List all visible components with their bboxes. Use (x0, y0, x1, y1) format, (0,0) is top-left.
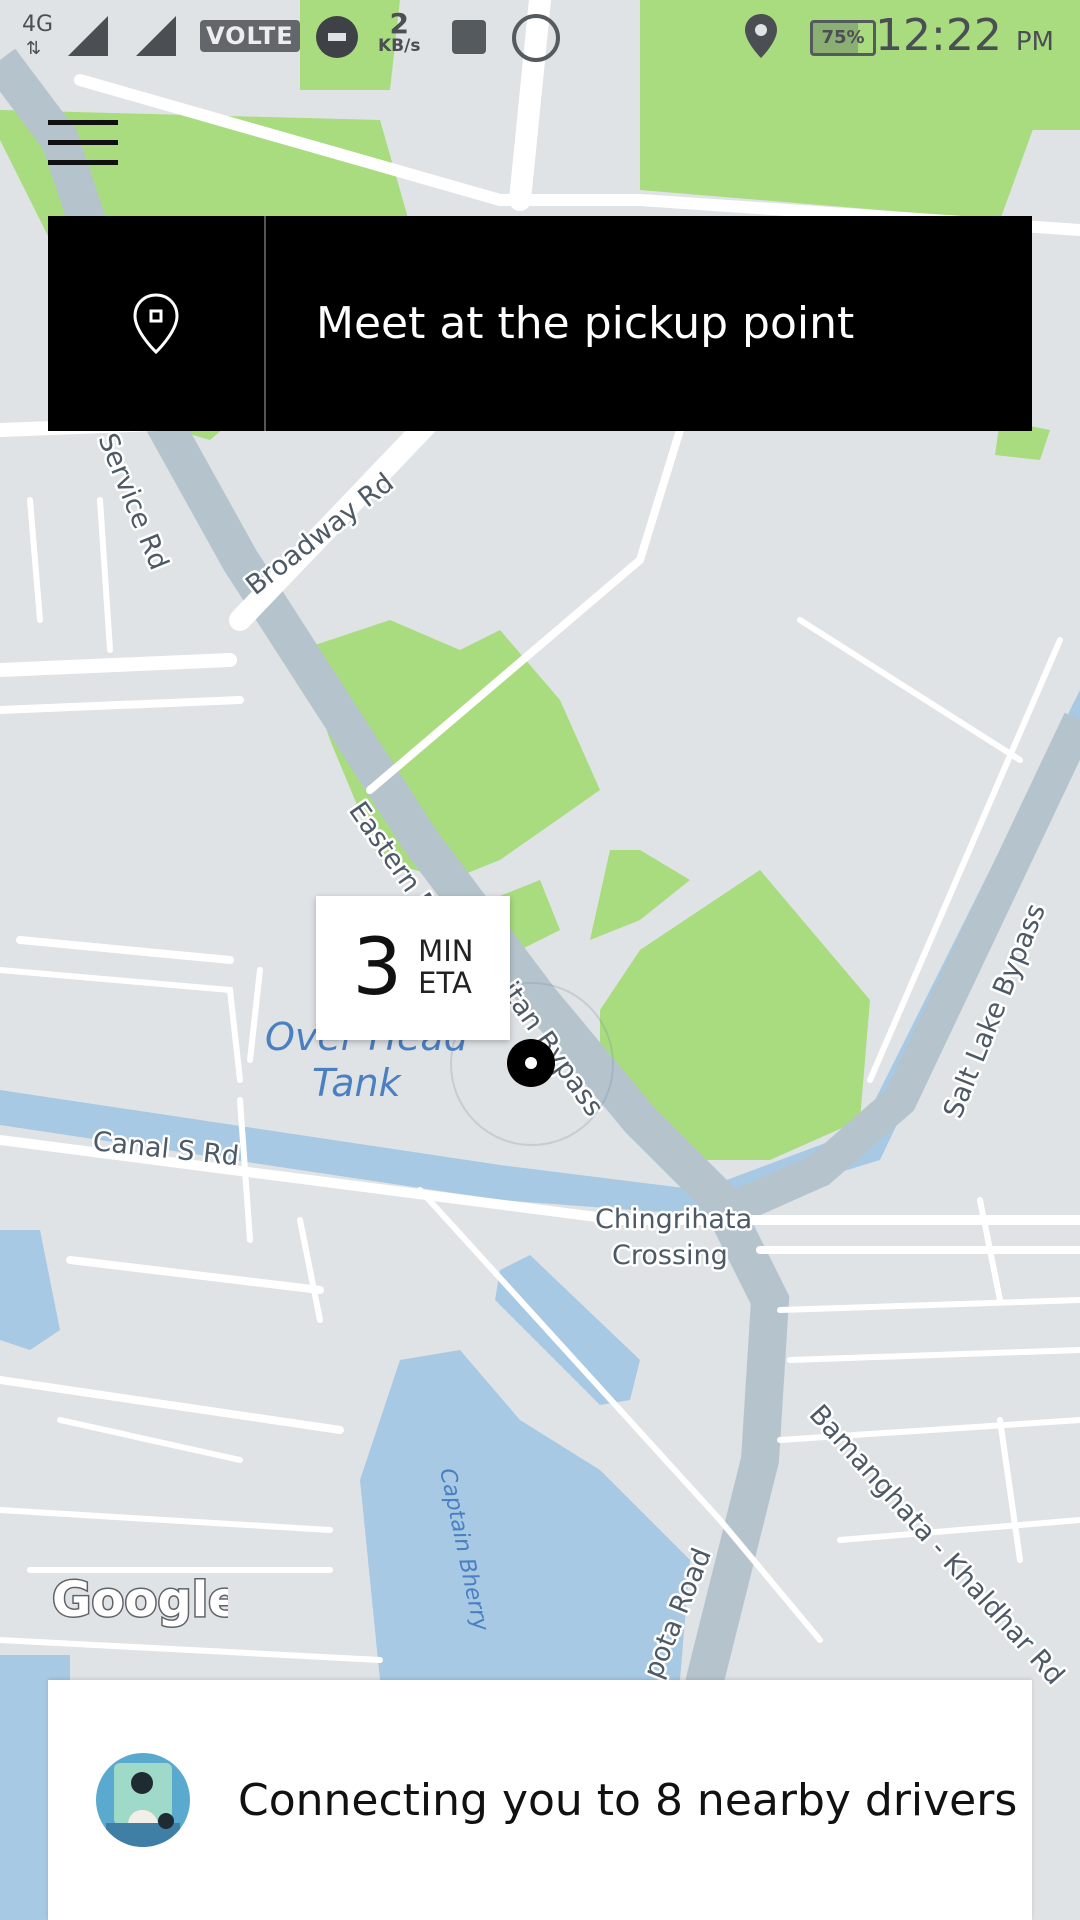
signal-sim1-icon (68, 16, 108, 56)
eta-label: ETA (418, 966, 472, 1000)
driver-illustration-icon (96, 1753, 190, 1847)
hamburger-icon-line (48, 160, 118, 165)
hamburger-icon-line (48, 120, 118, 125)
google-logo-text: Google (52, 1572, 228, 1628)
location-icon (745, 14, 777, 58)
signal-sim2-icon (136, 16, 176, 56)
network-speed: 2 KB/s (378, 10, 420, 55)
eta-minutes: 3 (352, 923, 403, 1013)
pickup-banner[interactable]: Meet at the pickup point (48, 216, 1032, 431)
google-logo: Google (51, 1571, 229, 1630)
network-speed-value: 2 (389, 7, 409, 40)
map-label-chingrihata-1: Chingrihata (595, 1204, 752, 1235)
connecting-card: Connecting you to 8 nearby drivers (48, 1680, 1032, 1920)
battery-icon: 75% (810, 20, 876, 56)
data-activity-icon: ⇅ (26, 38, 42, 59)
battery-percent: 75% (821, 27, 865, 48)
whatsapp-icon (512, 14, 560, 62)
pickup-pin-marker[interactable] (507, 1039, 555, 1087)
network-speed-unit: KB/s (378, 36, 421, 56)
menu-button[interactable] (40, 110, 130, 190)
location-pin-icon (133, 292, 179, 354)
connecting-status-text: Connecting you to 8 nearby drivers (238, 1774, 1018, 1826)
pickup-banner-text: Meet at the pickup point (316, 298, 855, 349)
eta-unit: MIN (418, 934, 474, 969)
status-bar: 4G ⇅ VOLTE 2 KB/s 75% 12:22 PM (0, 0, 1080, 76)
clock-ampm: PM (1015, 27, 1054, 57)
map-label-overhead-2: Tank (312, 1061, 403, 1105)
pickup-banner-icon-box (48, 216, 266, 431)
screen: Service Rd Broadway Rd Eastern M itan By… (0, 0, 1080, 1920)
network-type: 4G (22, 12, 54, 37)
image-icon (452, 20, 486, 54)
clock: 12:22 PM (875, 10, 1054, 61)
clock-time: 12:22 (875, 10, 1002, 61)
eta-labels: MIN ETA (418, 934, 474, 1000)
eta-box: 3 MIN ETA (316, 896, 510, 1040)
hamburger-icon-line (48, 140, 118, 145)
uber-icon (316, 16, 358, 58)
volte-badge: VOLTE (200, 20, 300, 52)
map-label-chingrihata-2: Crossing (612, 1240, 728, 1271)
